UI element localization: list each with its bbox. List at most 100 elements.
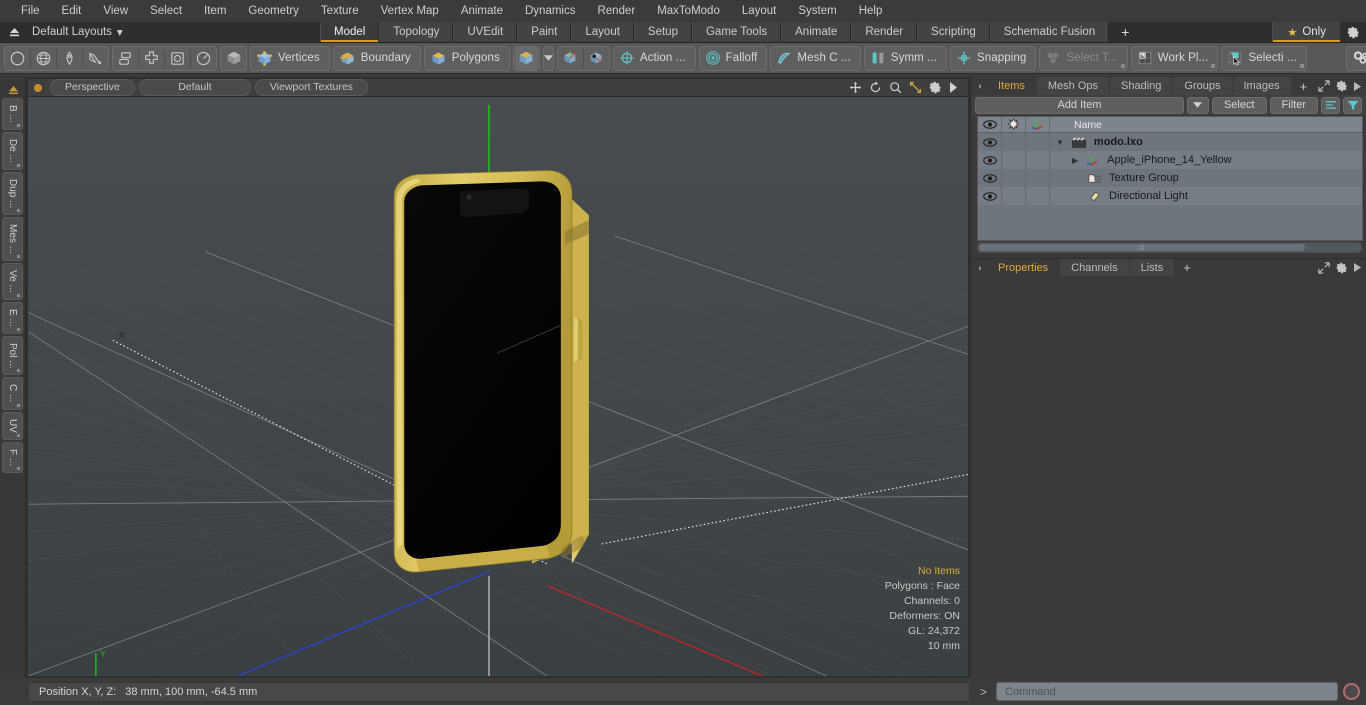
viewport-textures-selector[interactable]: Viewport Textures: [254, 79, 368, 96]
menu-item-vertex-map[interactable]: Vertex Map: [370, 3, 450, 19]
vtab-uv[interactable]: UV: [2, 411, 23, 440]
table-row[interactable]: ▼ modo.lxo: [978, 133, 1362, 151]
vtab-edge[interactable]: E ...: [2, 301, 23, 334]
zoom-icon[interactable]: [889, 81, 902, 94]
tab-game-tools[interactable]: Game Tools: [691, 22, 782, 42]
properties-options-dot-icon[interactable]: ◗: [973, 259, 987, 276]
vertices-mode-button[interactable]: Vertices: [250, 45, 330, 71]
panel-menu-arrow-icon[interactable]: [1354, 81, 1361, 91]
pen-icon[interactable]: [58, 47, 81, 70]
polygons-mode-button[interactable]: Polygons: [423, 45, 510, 71]
active-cube-icon[interactable]: [514, 46, 538, 70]
strip-collapse-icon[interactable]: [0, 83, 26, 97]
tab-setup[interactable]: Setup: [633, 22, 692, 42]
symmetry-button[interactable]: Symm ...: [863, 45, 947, 71]
menu-item-edit[interactable]: Edit: [51, 3, 93, 19]
add-item-dropdown-icon[interactable]: [1186, 96, 1209, 114]
row-visibility-toggle[interactable]: [978, 151, 1002, 169]
row-lock-toggle[interactable]: [1002, 169, 1026, 187]
tab-channels[interactable]: Channels: [1060, 259, 1129, 276]
panel-gear-icon[interactable]: [1336, 80, 1348, 92]
vtab-curve[interactable]: C ...: [2, 377, 23, 410]
tab-properties[interactable]: Properties: [987, 259, 1060, 276]
menu-item-layout[interactable]: Layout: [731, 3, 788, 19]
tree-collapse-icon[interactable]: ▼: [1056, 138, 1064, 147]
tab-model[interactable]: Model: [320, 22, 380, 42]
tab-paint[interactable]: Paint: [517, 22, 572, 42]
work-plane-button[interactable]: Work Pl...: [1130, 45, 1219, 71]
row-axis-toggle[interactable]: [1026, 133, 1050, 151]
fit-icon[interactable]: [909, 81, 922, 94]
table-row[interactable]: ▶ Apple_iPhone_14_Yellow: [978, 151, 1362, 169]
tab-lists[interactable]: Lists: [1129, 259, 1175, 276]
scrollbar-thumb[interactable]: [979, 244, 1305, 251]
curve-icon[interactable]: [84, 47, 107, 70]
list-options-icon[interactable]: [1321, 96, 1340, 114]
menu-item-maxtomodo[interactable]: MaxToModo: [646, 3, 731, 19]
tab-items[interactable]: Items: [987, 77, 1036, 95]
element-move-icon[interactable]: [559, 47, 582, 70]
row-visibility-toggle[interactable]: [978, 133, 1002, 151]
tab-mesh-ops[interactable]: Mesh Ops: [1036, 77, 1110, 95]
action-center-button[interactable]: Action ...: [612, 45, 696, 71]
vtab-vertex[interactable]: Ve ...: [2, 263, 23, 300]
element-transform-icon[interactable]: [585, 47, 608, 70]
viewport-projection-selector[interactable]: Perspective: [50, 79, 135, 96]
panel-options-dot-icon[interactable]: ◗: [973, 77, 987, 95]
filter-button[interactable]: Filter: [1269, 96, 1318, 114]
vtab-duplicate[interactable]: Dup ...: [2, 171, 23, 216]
properties-menu-arrow-icon[interactable]: [1354, 263, 1361, 272]
menu-item-select[interactable]: Select: [139, 3, 193, 19]
row-axis-toggle[interactable]: [1026, 187, 1050, 205]
tab-render[interactable]: Render: [851, 22, 918, 42]
frame-icon[interactable]: [166, 47, 189, 70]
menu-item-texture[interactable]: Texture: [310, 3, 370, 19]
menu-item-view[interactable]: View: [92, 3, 139, 19]
table-row[interactable]: Texture Group: [978, 169, 1362, 187]
command-record-button[interactable]: [1343, 683, 1360, 700]
menu-item-render[interactable]: Render: [586, 3, 646, 19]
kits-button[interactable]: Kits: [1345, 45, 1366, 71]
globe-icon[interactable]: [32, 47, 55, 70]
row-axis-toggle[interactable]: [1026, 169, 1050, 187]
row-lock-toggle[interactable]: [1002, 187, 1026, 205]
center-icon[interactable]: [140, 47, 163, 70]
viewport-3d-canvas[interactable]: -X Y No Items Polygons: Face Channels: …: [28, 97, 968, 676]
command-input[interactable]: Command: [996, 682, 1338, 701]
add-tab-button[interactable]: +: [1109, 22, 1142, 42]
table-row[interactable]: Directional Light: [978, 187, 1362, 205]
menu-item-geometry[interactable]: Geometry: [237, 3, 310, 19]
select-through-button[interactable]: Select T...: [1039, 45, 1128, 71]
align-icon[interactable]: [114, 47, 137, 70]
settings-gear-icon[interactable]: [1340, 22, 1366, 42]
select-button[interactable]: Select: [1211, 96, 1267, 114]
layout-selector[interactable]: Default Layouts ▾: [24, 25, 131, 39]
row-axis-toggle[interactable]: [1026, 151, 1050, 169]
row-lock-toggle[interactable]: [1002, 133, 1026, 151]
tab-groups[interactable]: Groups: [1173, 77, 1232, 95]
menu-item-item[interactable]: Item: [193, 3, 237, 19]
only-toggle-button[interactable]: ★ Only: [1272, 22, 1340, 42]
add-item-button[interactable]: Add Item: [975, 96, 1184, 114]
cube-icon[interactable]: [222, 47, 245, 70]
add-panel-tab-button[interactable]: +: [1292, 77, 1316, 95]
menu-item-animate[interactable]: Animate: [450, 3, 514, 19]
play-arrow-icon[interactable]: [949, 82, 958, 93]
filter-funnel-icon[interactable]: [1343, 96, 1362, 114]
selection-sets-button[interactable]: Selecti ...: [1221, 45, 1307, 71]
vtab-mesh-edit[interactable]: Mes ...: [2, 217, 23, 262]
gear-icon[interactable]: [929, 81, 942, 94]
properties-gear-icon[interactable]: [1336, 262, 1348, 274]
expand-properties-icon[interactable]: [1318, 261, 1330, 274]
item-list-horizontal-scrollbar[interactable]: [977, 242, 1362, 253]
tab-scripting[interactable]: Scripting: [917, 22, 990, 42]
rotate-icon[interactable]: [869, 81, 882, 94]
vtab-deform[interactable]: De ...: [2, 131, 23, 170]
move-icon[interactable]: [849, 81, 862, 94]
menu-item-dynamics[interactable]: Dynamics: [514, 3, 586, 19]
menu-item-system[interactable]: System: [787, 3, 847, 19]
item-row-texture-group[interactable]: Texture Group: [1050, 172, 1179, 184]
row-visibility-toggle[interactable]: [978, 187, 1002, 205]
menu-item-help[interactable]: Help: [848, 3, 894, 19]
viewport-shading-selector[interactable]: Default: [138, 79, 251, 96]
